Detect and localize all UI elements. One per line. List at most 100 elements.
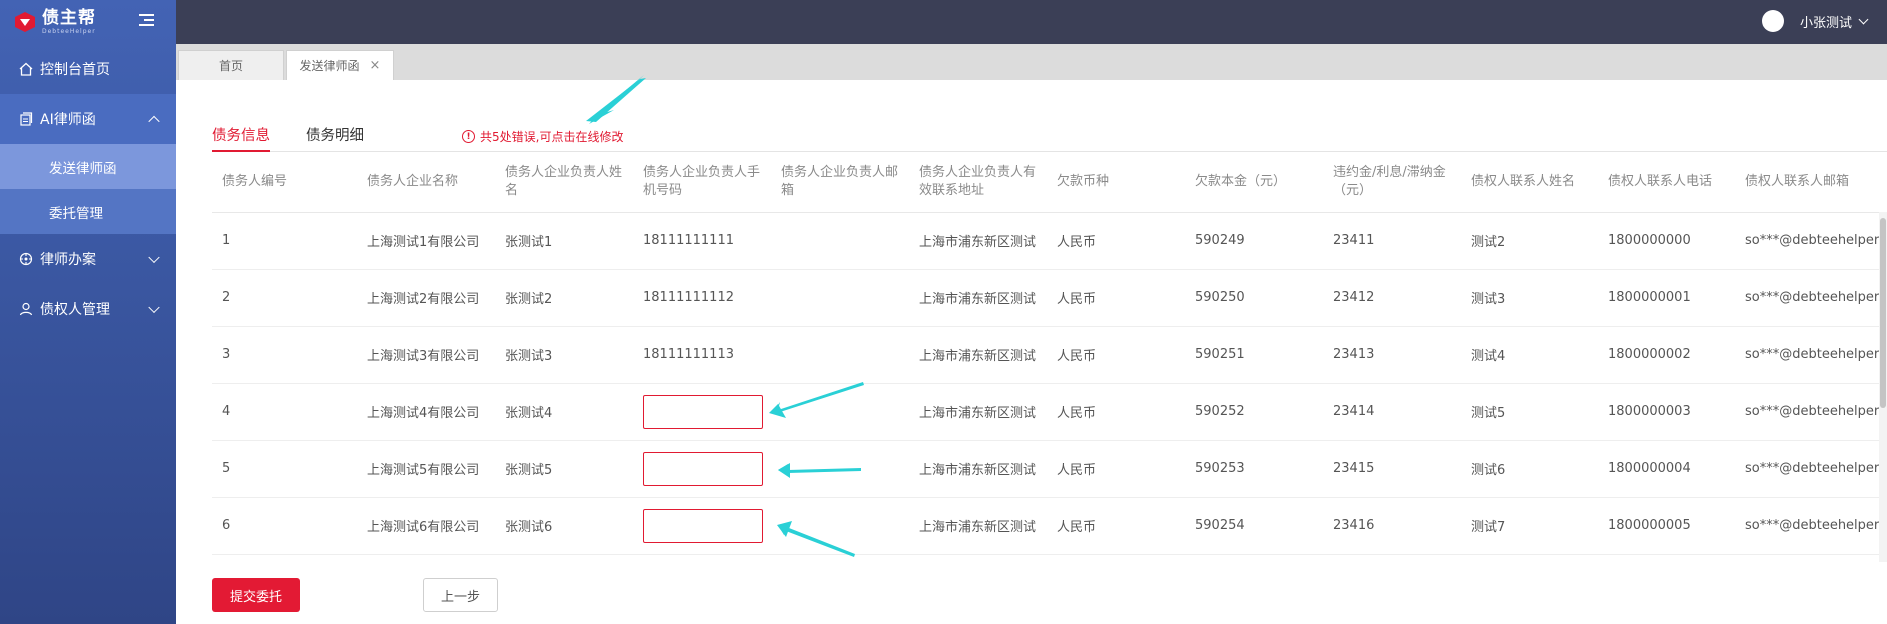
sidebar-item-label: AI律师函 bbox=[40, 112, 96, 128]
content-subtabs: 债务信息 债务明细 ! 共5处错误,可点击在线修改 bbox=[212, 126, 1887, 152]
tab-home-label: 首页 bbox=[218, 59, 243, 73]
table-cell: 23414 bbox=[1323, 383, 1461, 441]
table-cell: 1800000001 bbox=[1598, 269, 1735, 327]
table-cell: 2 bbox=[212, 269, 357, 327]
column-header: 债权人联系人邮箱 bbox=[1735, 153, 1887, 213]
table-row: 4 上海测试4有限公司 张测试4 上海市浦东新区测试 人民币 590252 23414 测试5… bbox=[212, 383, 1887, 441]
logo: 债主帮 DebteeHelper bbox=[0, 0, 176, 44]
table-cell: so***@debteehelper. bbox=[1735, 383, 1887, 441]
table-cell bbox=[633, 383, 771, 441]
table-cell: 23416 bbox=[1323, 497, 1461, 555]
table-cell: 18111111113 bbox=[633, 326, 771, 384]
table-cell: 4 bbox=[212, 383, 357, 441]
table-cell: 1 bbox=[212, 212, 357, 270]
table-cell: 23411 bbox=[1323, 212, 1461, 270]
table-cell bbox=[633, 497, 771, 555]
column-header: 债务人企业负责人有效联系地址 bbox=[909, 153, 1047, 213]
table-cell: 测试4 bbox=[1461, 326, 1598, 384]
table-cell: 上海测试4有限公司 bbox=[357, 383, 495, 441]
table-scrollbar[interactable] bbox=[1879, 212, 1887, 562]
table-cell: 18111111111 bbox=[633, 212, 771, 270]
sidebar-item-label: 控制台首页 bbox=[40, 62, 110, 78]
tab-send-letter[interactable]: 发送律师函 × bbox=[286, 50, 394, 80]
table-cell: 590254 bbox=[1185, 497, 1323, 555]
table-cell: so***@debteehelper. bbox=[1735, 326, 1887, 384]
table-cell: 1800000003 bbox=[1598, 383, 1735, 441]
chevron-down-icon bbox=[148, 251, 160, 264]
sidebar-nav: 控制台首页 AI律师函 发送律师函 委托管理 律师办案 债权人管理 bbox=[0, 44, 176, 334]
table-row: 1 上海测试1有限公司 张测试1 18111111111 上海市浦东新区测试 人民币 590… bbox=[212, 212, 1887, 270]
brand-subtitle: DebteeHelper bbox=[42, 27, 96, 35]
table-cell: 测试2 bbox=[1461, 212, 1598, 270]
sidebar: 债主帮 DebteeHelper 控制台首页 AI律师函 发送律师函 委托管理 bbox=[0, 0, 176, 624]
submit-button[interactable]: 提交委托 bbox=[212, 578, 300, 612]
table-cell: 测试5 bbox=[1461, 383, 1598, 441]
table-cell: 人民币 bbox=[1047, 212, 1185, 270]
sidebar-subitem-send-letter[interactable]: 发送律师函 bbox=[0, 144, 176, 189]
table-cell: 590253 bbox=[1185, 440, 1323, 498]
sidebar-submenu: 发送律师函 委托管理 bbox=[0, 144, 176, 234]
table-cell: 6 bbox=[212, 497, 357, 555]
table-cell: 测试7 bbox=[1461, 497, 1598, 555]
phone-error-input[interactable] bbox=[643, 451, 763, 486]
table-cell: 张测试1 bbox=[495, 212, 633, 270]
close-icon[interactable]: × bbox=[370, 58, 381, 73]
sidebar-item-lawyer-cases[interactable]: 律师办案 bbox=[0, 234, 176, 284]
scrollbar-thumb[interactable] bbox=[1880, 218, 1886, 408]
table-cell: 测试6 bbox=[1461, 440, 1598, 498]
table-row: 3 上海测试3有限公司 张测试3 18111111113 上海市浦东新区测试 人民币 590… bbox=[212, 326, 1887, 384]
avatar bbox=[1761, 10, 1784, 32]
table-cell: 上海市浦东新区测试 bbox=[909, 212, 1047, 270]
brand-name: 债主帮 bbox=[42, 7, 96, 28]
main-content: 债务信息 债务明细 ! 共5处错误,可点击在线修改 债务人编号 债务人企业名称 债务… bbox=[176, 80, 1887, 624]
table-cell: so***@debteehelper. bbox=[1735, 440, 1887, 498]
table-cell: so***@debteehelper. bbox=[1735, 269, 1887, 327]
table-cell: 上海市浦东新区测试 bbox=[909, 269, 1047, 327]
user-menu[interactable]: 小张测试 bbox=[1761, 10, 1869, 32]
tab-home[interactable]: 首页 bbox=[178, 50, 284, 80]
sidebar-item-dashboard[interactable]: 控制台首页 bbox=[0, 44, 176, 94]
sidebar-item-ai-letter[interactable]: AI律师函 bbox=[0, 94, 176, 144]
tab-debt-info[interactable]: 债务信息 bbox=[212, 126, 270, 152]
table-cell: 测试3 bbox=[1461, 269, 1598, 327]
table-cell: 上海市浦东新区测试 bbox=[909, 326, 1047, 384]
error-message[interactable]: ! 共5处错误,可点击在线修改 bbox=[462, 128, 623, 145]
column-header: 债务人企业负责人姓名 bbox=[495, 153, 633, 213]
table-cell: 23413 bbox=[1323, 326, 1461, 384]
table-cell: 人民币 bbox=[1047, 383, 1185, 441]
home-icon bbox=[18, 61, 34, 77]
case-icon bbox=[18, 251, 34, 267]
phone-error-input[interactable] bbox=[643, 394, 763, 429]
chevron-down-icon bbox=[1858, 14, 1869, 24]
table-cell: 上海市浦东新区测试 bbox=[909, 497, 1047, 555]
table-row: 5 上海测试5有限公司 张测试5 上海市浦东新区测试 人民币 590253 23415 测试6… bbox=[212, 440, 1887, 498]
previous-step-button[interactable]: 上一步 bbox=[423, 578, 498, 612]
table-cell: 张测试2 bbox=[495, 269, 633, 327]
table-cell bbox=[771, 440, 909, 498]
brand-logo-icon bbox=[14, 11, 36, 33]
table-cell: 人民币 bbox=[1047, 440, 1185, 498]
table-cell: 张测试4 bbox=[495, 383, 633, 441]
table-cell bbox=[633, 440, 771, 498]
chevron-down-icon bbox=[148, 301, 160, 314]
table-cell: so***@debteehelper. bbox=[1735, 497, 1887, 555]
table-cell: 590251 bbox=[1185, 326, 1323, 384]
sidebar-item-label: 律师办案 bbox=[40, 252, 96, 268]
user-icon bbox=[18, 301, 34, 317]
table-cell: 3 bbox=[212, 326, 357, 384]
table-body: 1 上海测试1有限公司 张测试1 18111111111 上海市浦东新区测试 人民币 590… bbox=[212, 212, 1887, 555]
chevron-up-icon bbox=[148, 115, 160, 128]
phone-error-input[interactable] bbox=[643, 508, 763, 543]
sidebar-subitem-entrust-management[interactable]: 委托管理 bbox=[0, 189, 176, 234]
tab-debt-detail[interactable]: 债务明细 bbox=[306, 126, 364, 152]
table-cell: 1800000002 bbox=[1598, 326, 1735, 384]
table-cell: 人民币 bbox=[1047, 269, 1185, 327]
menu-toggle-icon[interactable] bbox=[139, 14, 154, 28]
table-cell: 23415 bbox=[1323, 440, 1461, 498]
table-row: 2 上海测试2有限公司 张测试2 18111111112 上海市浦东新区测试 人民币 590… bbox=[212, 269, 1887, 327]
column-header: 债务人企业负责人手机号码 bbox=[633, 153, 771, 213]
user-name: 小张测试 bbox=[1799, 15, 1852, 31]
table-cell: 18111111112 bbox=[633, 269, 771, 327]
sidebar-item-creditor-management[interactable]: 债权人管理 bbox=[0, 284, 176, 334]
table-cell: 上海市浦东新区测试 bbox=[909, 440, 1047, 498]
